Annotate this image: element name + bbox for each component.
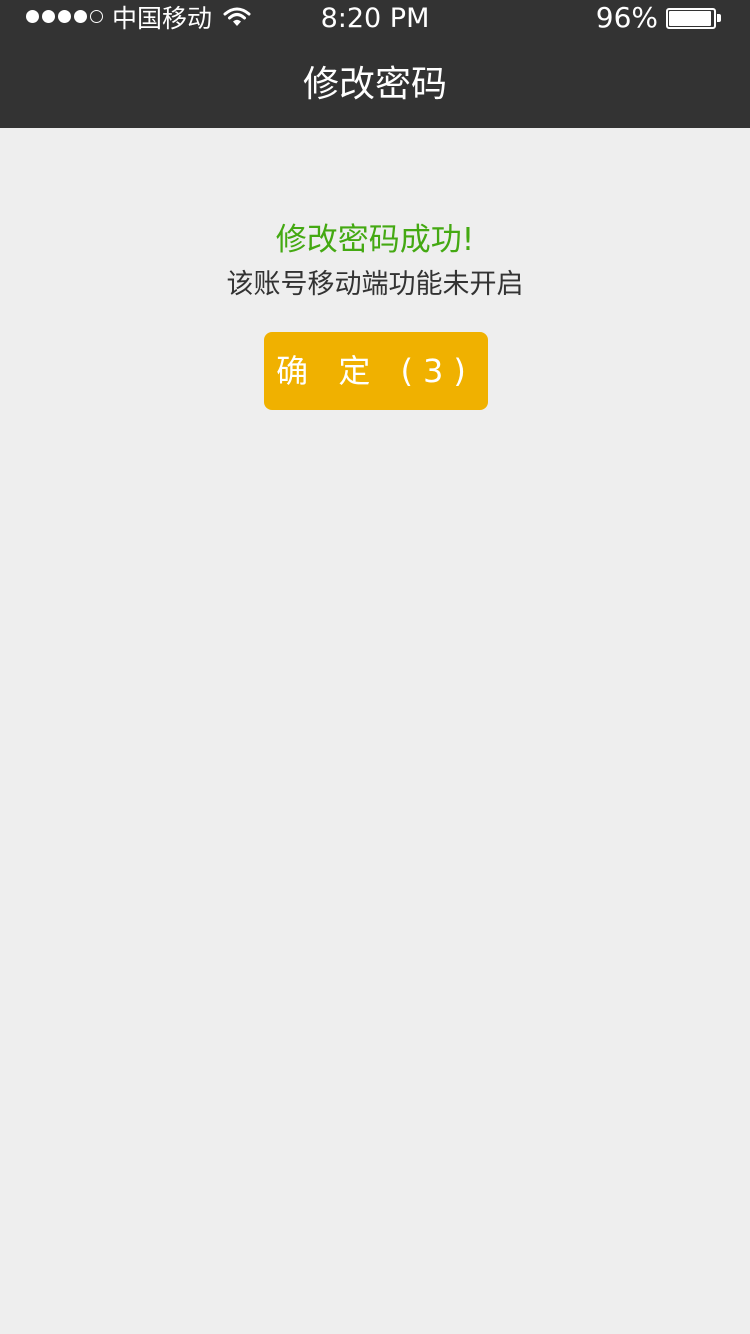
main-content: 修改密码成功! 该账号移动端功能未开启 确 定 (3) (0, 128, 750, 1334)
battery-percentage: 96% (595, 1, 658, 34)
navigation-bar: 修改密码 (0, 40, 750, 128)
battery-tip (717, 14, 721, 22)
account-notice: 该账号移动端功能未开启 (226, 269, 524, 300)
success-message: 修改密码成功! (275, 222, 475, 258)
confirm-button[interactable]: 确 定 (3) (264, 332, 488, 410)
status-bar: 中国移动 8:20 PM 96% (0, 0, 750, 40)
battery-icon (666, 8, 716, 29)
page-title: 修改密码 (302, 64, 447, 105)
battery-level-fill (669, 11, 711, 26)
